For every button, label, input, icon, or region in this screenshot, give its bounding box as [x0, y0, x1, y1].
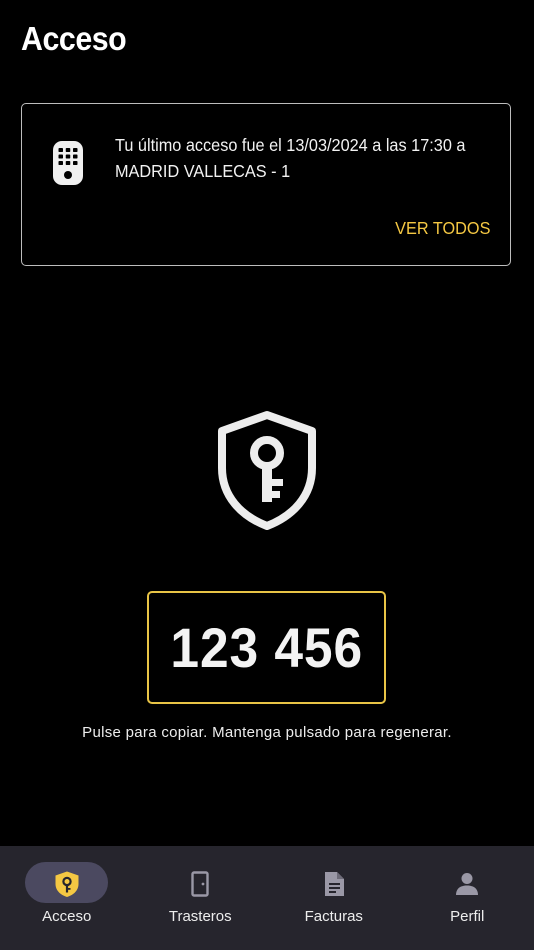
nav-item-trasteros[interactable]: Trasteros	[134, 846, 268, 950]
person-icon	[456, 873, 479, 895]
nav-item-perfil[interactable]: Perfil	[401, 846, 534, 950]
document-icon	[324, 872, 344, 896]
last-access-text: Tu último acceso fue el 13/03/2024 a las…	[115, 135, 466, 181]
nav-item-acceso[interactable]: Acceso	[0, 846, 134, 950]
bottom-nav: Acceso Trasteros Facturas Perfil	[0, 846, 534, 950]
nav-item-facturas[interactable]: Facturas	[267, 846, 401, 950]
code-hint: Pulse para copiar. Mantenga pulsado para…	[82, 724, 452, 741]
see-all-link[interactable]: VER TODOS	[395, 218, 490, 239]
nav-label-perfil: Perfil	[450, 908, 485, 925]
nav-label-trasteros: Trasteros	[168, 908, 232, 925]
access-code-box[interactable]: 123 456	[147, 591, 386, 704]
last-access-card: Tu último acceso fue el 13/03/2024 a las…	[21, 103, 511, 266]
keypad-icon	[53, 141, 83, 185]
shield-key-icon	[218, 411, 316, 530]
nav-label-facturas: Facturas	[304, 908, 363, 925]
access-code: 123 456	[170, 616, 363, 679]
shield-key-icon	[55, 871, 79, 897]
door-icon	[191, 871, 209, 897]
nav-label-acceso: Acceso	[42, 908, 92, 925]
page-title: Acceso	[21, 20, 127, 57]
